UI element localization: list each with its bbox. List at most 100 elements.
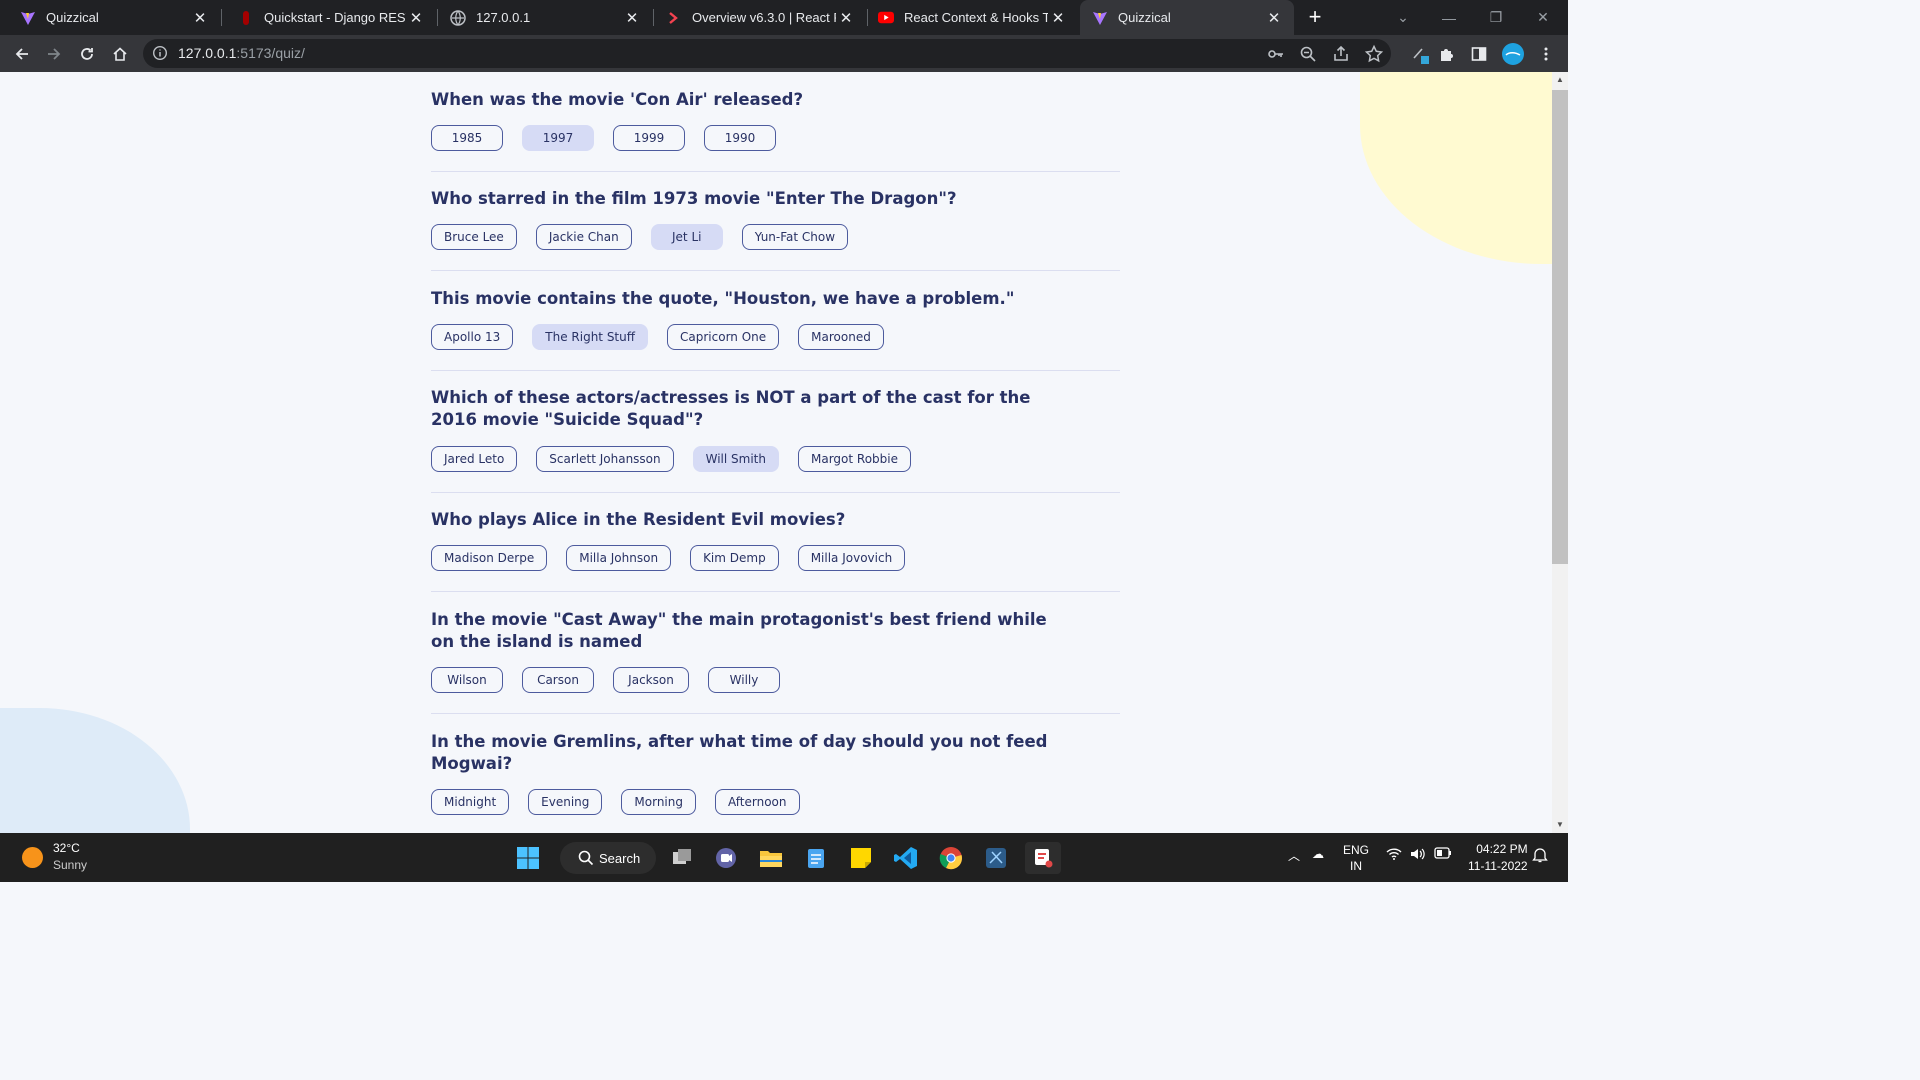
answer-button-selected[interactable]: Jet Li <box>650 224 723 250</box>
answer-button[interactable]: Scarlett Johansson <box>536 446 674 472</box>
scrollbar-thumb[interactable] <box>1552 90 1568 564</box>
close-tab-icon[interactable]: ✕ <box>622 9 642 27</box>
notepad-icon[interactable] <box>800 842 832 874</box>
battery-icon[interactable] <box>1434 847 1452 862</box>
answer-button[interactable]: 1985 <box>431 125 503 151</box>
answer-button-selected[interactable]: The Right Stuff <box>532 324 649 350</box>
answer-button[interactable]: Milla Jovovich <box>797 545 906 571</box>
start-windows-icon[interactable] <box>512 842 544 874</box>
browser-toolbar: 127.0.0.1:5173/quiz/ <box>0 35 1568 72</box>
tab-react-router[interactable]: Overview v6.3.0 | React Rou ✕ <box>654 0 866 35</box>
back-button[interactable] <box>6 35 38 72</box>
answer-button[interactable]: Midnight <box>431 789 510 815</box>
chrome-icon[interactable] <box>935 842 967 874</box>
volume-icon[interactable] <box>1410 847 1426 864</box>
django-rest-icon <box>238 10 254 26</box>
question-block: In the movie "Cast Away" the main protag… <box>431 609 1120 714</box>
system-clock[interactable]: 04:22 PM 11-11-2022 <box>1468 841 1528 875</box>
scroll-down-arrow-icon[interactable]: ▼ <box>1552 817 1568 833</box>
answer-button[interactable]: Yun-Fat Chow <box>741 224 849 250</box>
close-tab-icon[interactable]: ✕ <box>406 9 426 27</box>
vscode-icon[interactable] <box>890 842 922 874</box>
vertical-scrollbar[interactable]: ▲ ▼ <box>1552 72 1568 833</box>
reload-button[interactable] <box>71 35 103 72</box>
answer-button[interactable]: Capricorn One <box>667 324 780 350</box>
answer-button-selected[interactable]: 1997 <box>522 125 594 151</box>
answer-button[interactable]: Bruce Lee <box>431 224 517 250</box>
close-tab-icon[interactable]: ✕ <box>190 9 210 27</box>
tab-localhost[interactable]: 127.0.0.1 ✕ <box>438 0 652 35</box>
answer-button[interactable]: Evening <box>528 789 603 815</box>
new-tab-button[interactable]: + <box>1303 5 1327 29</box>
answer-button[interactable]: Apollo 13 <box>431 324 514 350</box>
sun-icon[interactable] <box>22 847 43 868</box>
wifi-icon[interactable] <box>1386 847 1402 864</box>
tab-youtube[interactable]: React Context & Hooks Tut ✕ <box>868 0 1078 35</box>
globe-icon <box>450 9 466 26</box>
active-app-icon[interactable] <box>1025 842 1061 874</box>
answer-button[interactable]: Jackie Chan <box>535 224 632 250</box>
tab-quizzical-1[interactable]: Quizzical ✕ <box>0 0 220 35</box>
question-text: Which of these actors/actresses is NOT a… <box>431 388 1031 429</box>
decorative-blob-yellow <box>1360 72 1552 264</box>
language-indicator[interactable]: ENG IN <box>1343 842 1369 874</box>
answer-button[interactable]: Milla Johnson <box>566 545 672 571</box>
question-block: In the movie Gremlins, after what time o… <box>431 731 1120 815</box>
answer-button[interactable]: Willy <box>708 667 780 693</box>
sticky-notes-icon[interactable] <box>845 842 877 874</box>
restore-button[interactable]: ❐ <box>1473 0 1519 35</box>
answer-button[interactable]: Kim Demp <box>690 545 779 571</box>
answer-button[interactable]: Afternoon <box>715 789 800 815</box>
tab-django-rest[interactable]: Quickstart - Django REST fr ✕ <box>222 0 436 35</box>
answer-button[interactable]: Jackson <box>613 667 689 693</box>
tab-strip: Quizzical ✕ Quickstart - Django REST fr … <box>0 0 1568 35</box>
forward-arrow-icon <box>48 47 61 60</box>
task-view-icon[interactable] <box>666 842 698 874</box>
answer-button[interactable]: 1990 <box>704 125 776 151</box>
file-explorer-icon[interactable] <box>755 842 787 874</box>
answer-button[interactable]: 1999 <box>613 125 685 151</box>
answer-button[interactable]: Morning <box>621 789 696 815</box>
snipping-tool-icon[interactable] <box>980 842 1012 874</box>
weather-condition[interactable]: Sunny <box>53 858 87 872</box>
divider <box>431 492 1120 493</box>
answer-button[interactable]: Jared Leto <box>431 446 518 472</box>
question-block: This movie contains the quote, "Houston,… <box>431 288 1120 371</box>
question-text: In the movie Gremlins, after what time o… <box>431 732 1048 773</box>
close-tab-icon[interactable]: ✕ <box>1264 9 1284 27</box>
side-panel-icon[interactable] <box>1463 35 1495 72</box>
quiz-page: When was the movie 'Con Air' released? 1… <box>0 72 1552 833</box>
answer-button[interactable]: Carson <box>522 667 594 693</box>
close-tab-icon[interactable]: ✕ <box>1048 9 1068 27</box>
minimize-button[interactable]: — <box>1426 0 1472 35</box>
teams-chat-icon[interactable] <box>710 842 742 874</box>
address-bar[interactable]: 127.0.0.1:5173/quiz/ <box>143 39 1391 68</box>
close-window-button[interactable]: ✕ <box>1520 0 1566 35</box>
divider <box>431 270 1120 271</box>
key-icon <box>1268 50 1283 58</box>
extensions-puzzle-icon[interactable] <box>1431 35 1463 72</box>
tab-quizzical-active[interactable]: Quizzical ✕ <box>1080 0 1294 35</box>
answer-button[interactable]: Wilson <box>431 667 503 693</box>
weather-temperature[interactable]: 32°C <box>53 841 80 855</box>
reload-icon <box>81 47 93 60</box>
forward-button[interactable] <box>38 35 70 72</box>
tab-search-icon[interactable]: ⌄ <box>1380 0 1426 35</box>
taskbar-search-button[interactable]: Search <box>560 842 656 874</box>
answer-button[interactable]: Madison Derpe <box>431 545 548 571</box>
home-button[interactable] <box>104 35 136 72</box>
answer-button[interactable]: Margot Robbie <box>798 446 911 472</box>
divider <box>431 171 1120 172</box>
onedrive-icon[interactable]: ☁ <box>1312 847 1324 861</box>
question-text: When was the movie 'Con Air' released? <box>431 90 804 109</box>
vite-icon <box>20 10 36 26</box>
close-tab-icon[interactable]: ✕ <box>836 9 856 27</box>
divider <box>431 591 1120 592</box>
notifications-icon[interactable] <box>1532 847 1548 866</box>
answer-button-selected[interactable]: Will Smith <box>692 446 779 472</box>
menu-kebab-icon[interactable] <box>1530 35 1562 72</box>
answer-button[interactable]: Marooned <box>798 324 884 350</box>
scroll-up-arrow-icon[interactable]: ▲ <box>1552 72 1568 88</box>
show-hidden-icons[interactable]: ︿ <box>1288 847 1300 864</box>
profile-avatar[interactable] <box>1497 35 1529 72</box>
